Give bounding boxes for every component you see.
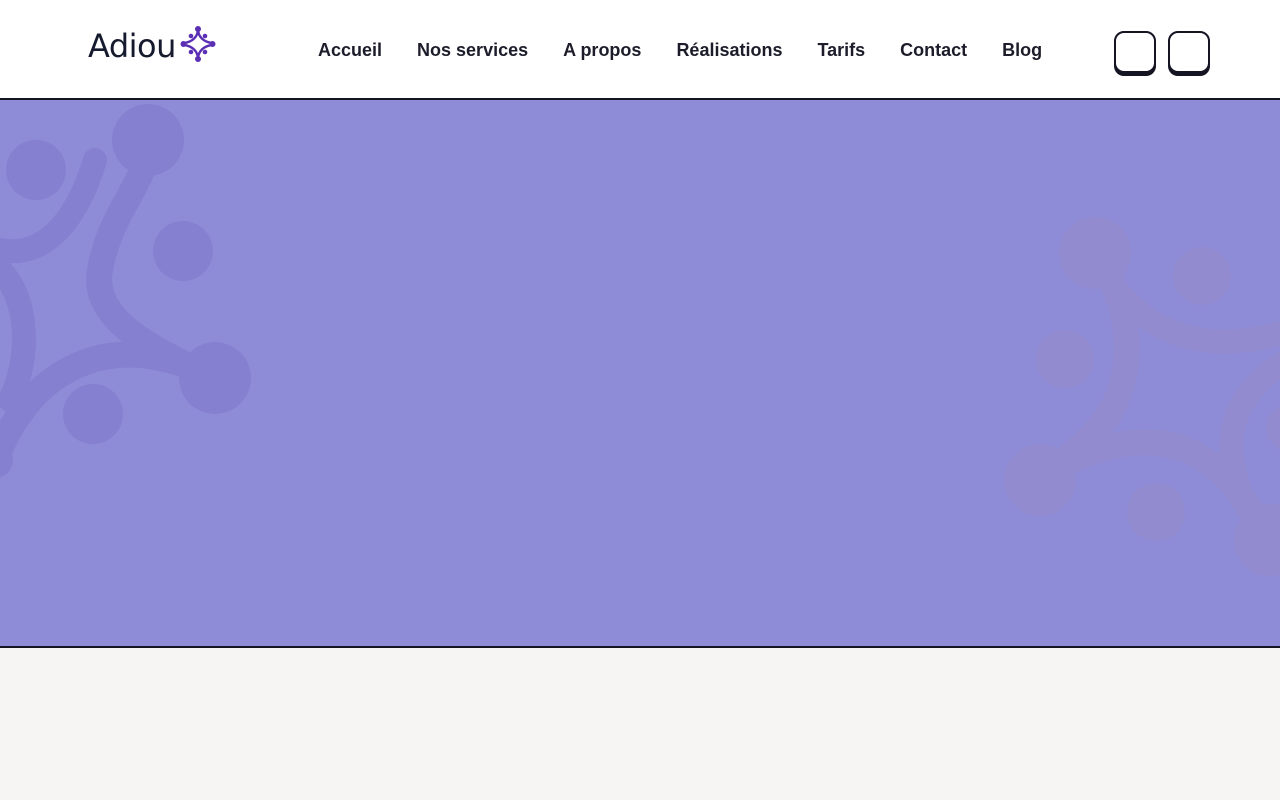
- nav-item-blog[interactable]: Blog: [1002, 36, 1042, 64]
- nav-item-accueil[interactable]: Accueil: [318, 36, 382, 64]
- nav-item-a-propos[interactable]: A propos: [563, 36, 641, 64]
- nav-item-tarifs[interactable]: Tarifs: [817, 36, 865, 64]
- header-button-1[interactable]: [1114, 31, 1156, 73]
- logo-link[interactable]: Adiou: [88, 25, 216, 68]
- nav-item-nos-services[interactable]: Nos services: [417, 36, 528, 64]
- main-nav: Accueil Nos services A propos Réalisatio…: [318, 36, 1042, 64]
- nav-item-contact[interactable]: Contact: [900, 36, 967, 64]
- molecule-pattern-left-icon: [0, 104, 251, 478]
- site-header: Adiou Accueil Nos services A propos Réal…: [0, 0, 1280, 100]
- molecule-pattern-right-icon: [1004, 217, 1280, 576]
- hero-banner: [0, 100, 1280, 648]
- logo-text: Adiou: [88, 27, 176, 65]
- header-button-2[interactable]: [1168, 31, 1210, 73]
- sparkle-molecule-icon: [180, 25, 216, 68]
- nav-item-realisations[interactable]: Réalisations: [676, 36, 782, 64]
